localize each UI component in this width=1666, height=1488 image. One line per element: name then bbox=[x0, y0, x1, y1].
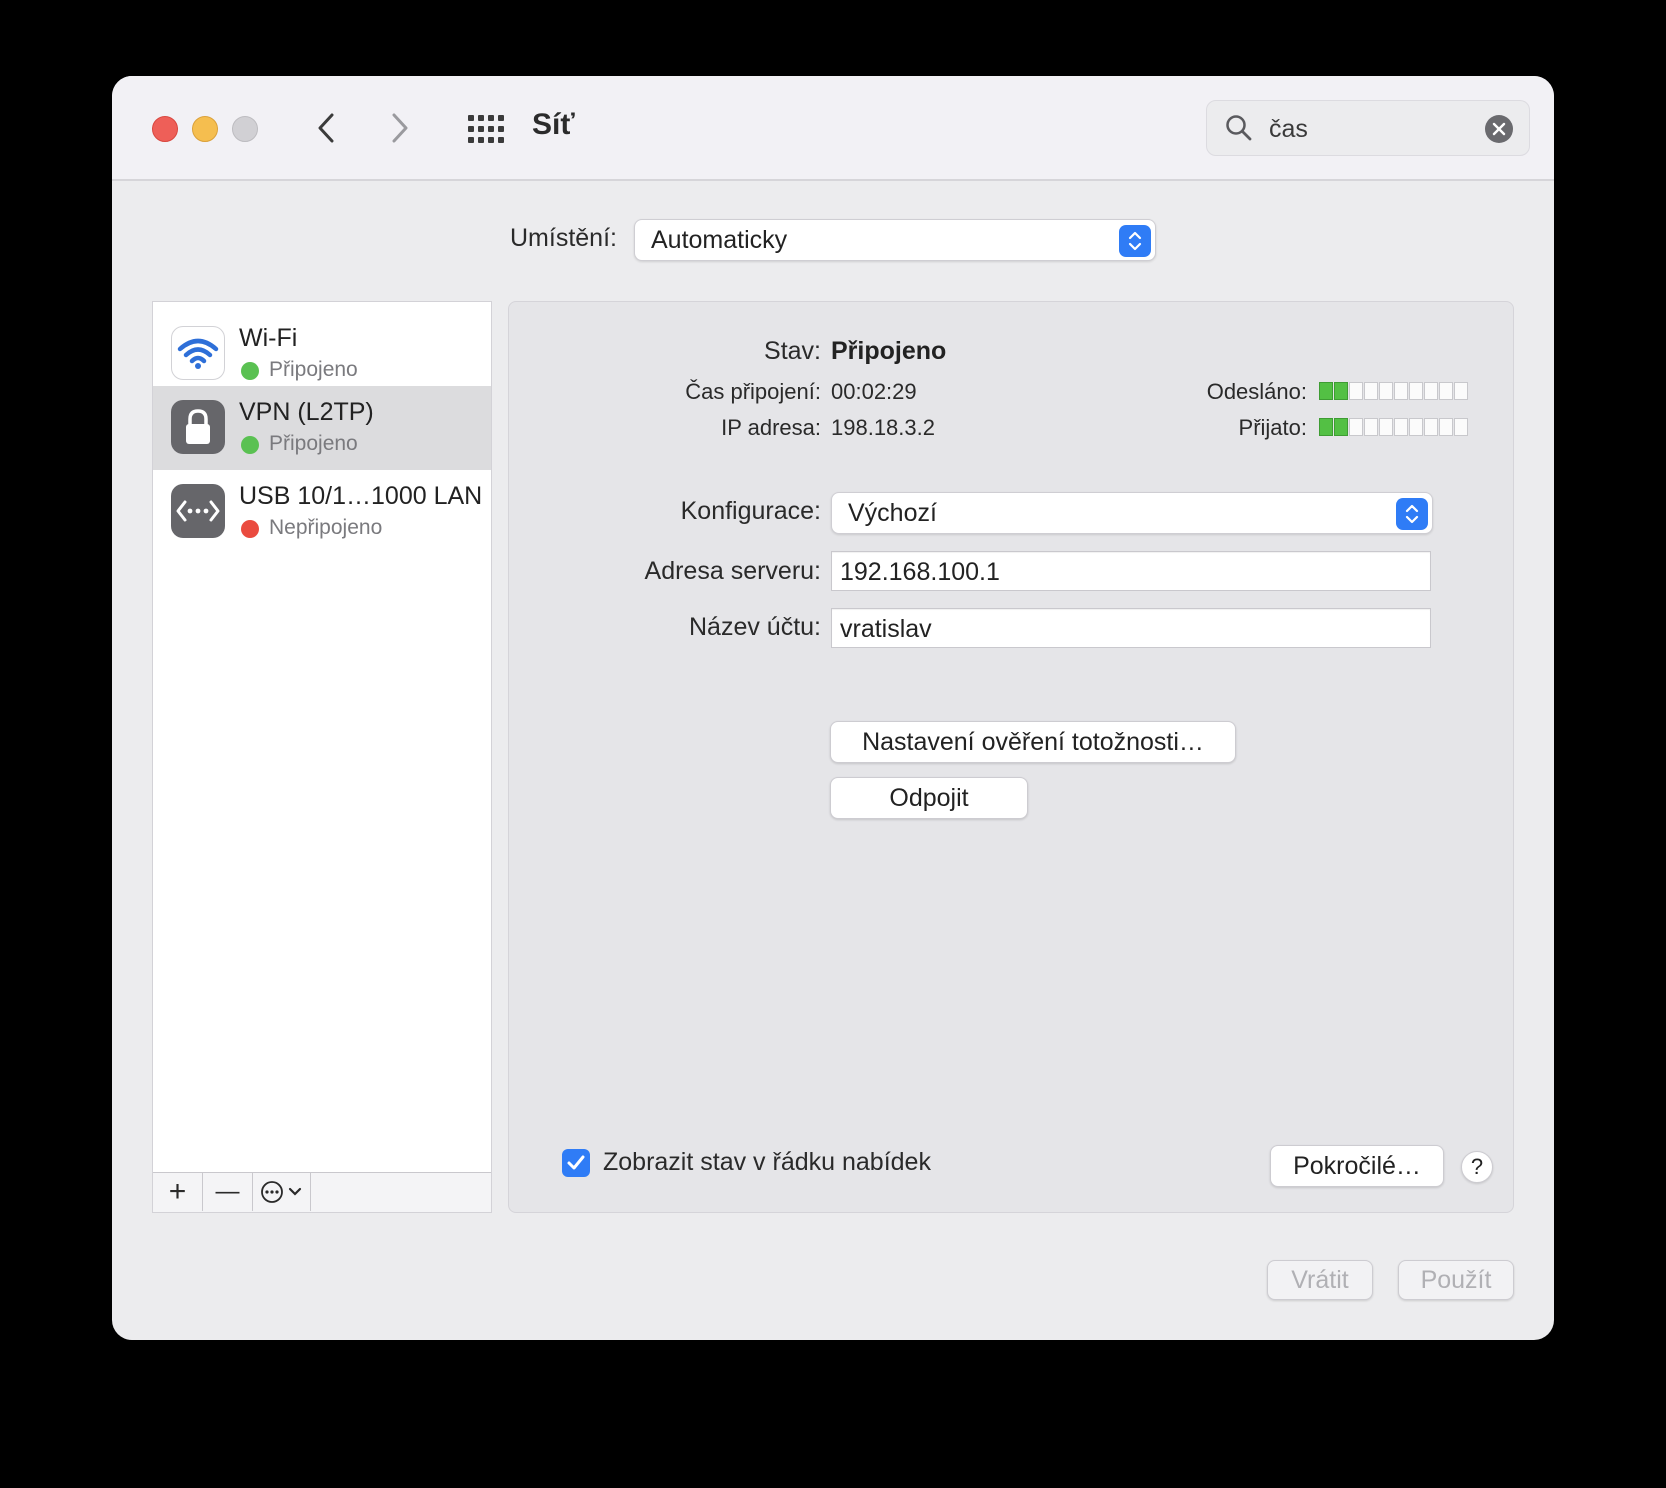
help-button[interactable]: ? bbox=[1461, 1151, 1493, 1183]
up-down-chevron-icon bbox=[1405, 504, 1419, 524]
meter-segment bbox=[1349, 418, 1363, 436]
service-item-usb-lan[interactable]: USB 10/1…1000 LAN Nepřipojeno bbox=[153, 470, 491, 554]
meter-segment bbox=[1319, 382, 1333, 400]
meter-segment bbox=[1424, 382, 1438, 400]
service-name: VPN (L2TP) bbox=[239, 398, 374, 426]
service-detail-panel: Stav: Připojeno Čas připojení: 00:02:29 … bbox=[508, 301, 1514, 1213]
sent-label: Odesláno: bbox=[1206, 379, 1307, 404]
search-icon bbox=[1226, 115, 1252, 141]
location-value: Automaticky bbox=[651, 226, 788, 254]
status-dot-disconnected bbox=[241, 520, 259, 538]
service-status: Připojeno bbox=[269, 358, 358, 381]
forward-button[interactable] bbox=[380, 108, 420, 148]
checkmark-icon bbox=[567, 1155, 585, 1170]
service-name: USB 10/1…1000 LAN bbox=[239, 482, 483, 510]
meter-segment bbox=[1439, 382, 1453, 400]
meter-segment bbox=[1394, 418, 1408, 436]
wifi-icon bbox=[171, 326, 225, 380]
meter-segment bbox=[1379, 382, 1393, 400]
meter-segment bbox=[1409, 382, 1423, 400]
connect-time-label: Čas připojení: bbox=[685, 379, 821, 404]
service-status: Nepřipojeno bbox=[269, 516, 383, 539]
grid-icon bbox=[468, 115, 504, 143]
meter-segment bbox=[1334, 382, 1348, 400]
status-dot-connected bbox=[241, 362, 259, 380]
chevron-right-icon bbox=[392, 113, 408, 143]
ip-address-value: 198.18.3.2 bbox=[831, 415, 935, 440]
location-popup[interactable]: Automaticky bbox=[634, 219, 1156, 261]
meter-segment bbox=[1364, 382, 1378, 400]
configuration-label: Konfigurace: bbox=[680, 497, 821, 525]
meter-segment bbox=[1454, 382, 1468, 400]
account-name-label: Název účtu: bbox=[688, 613, 821, 641]
back-button[interactable] bbox=[306, 108, 346, 148]
search-field[interactable]: čas bbox=[1206, 100, 1530, 156]
show-status-checkbox[interactable] bbox=[562, 1149, 590, 1177]
meter-segment bbox=[1394, 382, 1408, 400]
meter-segment bbox=[1334, 418, 1348, 436]
meter-segment bbox=[1439, 418, 1453, 436]
add-service-button[interactable]: + bbox=[153, 1173, 203, 1211]
server-address-field[interactable]: 192.168.100.1 bbox=[831, 551, 1431, 591]
configuration-stepper bbox=[1396, 498, 1428, 530]
service-list: Wi-Fi Připojeno VPN (L2TP) Připojeno USB… bbox=[152, 301, 492, 1213]
show-status-label: Zobrazit stav v řádku nabídek bbox=[603, 1148, 931, 1176]
meter-segment bbox=[1319, 418, 1333, 436]
server-address-value: 192.168.100.1 bbox=[840, 558, 1000, 586]
connect-time-value: 00:02:29 bbox=[831, 379, 917, 404]
chevron-down-icon bbox=[288, 1187, 302, 1196]
server-address-label: Adresa serveru: bbox=[644, 557, 821, 585]
status-value: Připojeno bbox=[831, 337, 947, 365]
service-list-toolbar: + — bbox=[153, 1172, 491, 1212]
apply-button[interactable]: Použít bbox=[1398, 1260, 1514, 1300]
service-item-vpn[interactable]: VPN (L2TP) Připojeno bbox=[153, 386, 491, 470]
account-name-value: vratislav bbox=[840, 615, 932, 643]
status-dot-connected bbox=[241, 436, 259, 454]
close-window-button[interactable] bbox=[152, 116, 178, 142]
minimize-window-button[interactable] bbox=[192, 116, 218, 142]
ellipsis-circle-icon bbox=[261, 1181, 283, 1203]
show-all-preferences-button[interactable] bbox=[466, 114, 506, 144]
sent-activity-meter bbox=[1319, 382, 1468, 400]
disconnect-button[interactable]: Odpojit bbox=[830, 777, 1028, 819]
chevron-left-icon bbox=[318, 113, 334, 143]
close-icon bbox=[1492, 122, 1506, 136]
service-status: Připojeno bbox=[269, 432, 358, 455]
meter-segment bbox=[1364, 418, 1378, 436]
service-item-wifi[interactable]: Wi-Fi Připojeno bbox=[153, 312, 491, 396]
configuration-value: Výchozí bbox=[848, 499, 937, 527]
search-input[interactable]: čas bbox=[1269, 115, 1308, 144]
service-name: Wi-Fi bbox=[239, 324, 298, 352]
revert-button[interactable]: Vrátit bbox=[1267, 1260, 1373, 1300]
meter-segment bbox=[1409, 418, 1423, 436]
clear-search-button[interactable] bbox=[1485, 115, 1513, 143]
configuration-popup[interactable]: Výchozí bbox=[831, 492, 1433, 534]
lock-icon bbox=[171, 400, 225, 454]
received-activity-meter bbox=[1319, 418, 1468, 436]
remove-service-button[interactable]: — bbox=[203, 1173, 253, 1211]
window-title: Síť bbox=[532, 108, 575, 141]
network-preferences-window: Síť čas Umístění: Automaticky Wi-Fi Přip… bbox=[112, 76, 1554, 1340]
location-stepper bbox=[1119, 225, 1151, 257]
ip-address-label: IP adresa: bbox=[721, 415, 821, 440]
received-label: Přijato: bbox=[1238, 415, 1307, 440]
meter-segment bbox=[1454, 418, 1468, 436]
authentication-settings-button[interactable]: Nastavení ověření totožnosti… bbox=[830, 721, 1236, 763]
location-label: Umístění: bbox=[510, 224, 617, 252]
ethernet-arrows-icon bbox=[171, 484, 225, 538]
status-label: Stav: bbox=[764, 337, 821, 365]
meter-segment bbox=[1379, 418, 1393, 436]
account-name-field[interactable]: vratislav bbox=[831, 608, 1431, 648]
service-actions-menu-button[interactable] bbox=[253, 1173, 311, 1211]
advanced-button[interactable]: Pokročilé… bbox=[1270, 1145, 1444, 1187]
titlebar: Síť čas bbox=[112, 76, 1554, 181]
up-down-chevron-icon bbox=[1128, 231, 1142, 251]
meter-segment bbox=[1349, 382, 1363, 400]
zoom-window-button[interactable] bbox=[232, 116, 258, 142]
meter-segment bbox=[1424, 418, 1438, 436]
